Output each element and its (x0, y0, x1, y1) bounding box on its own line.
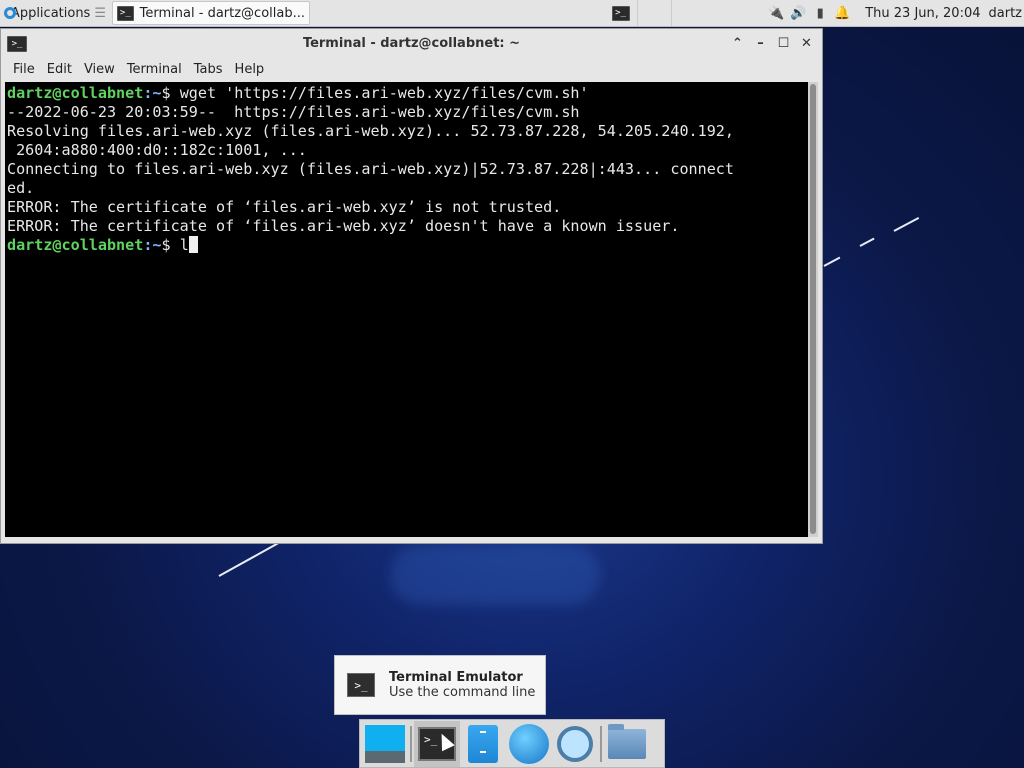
window-title: Terminal - dartz@collabnet: ~ (302, 35, 521, 51)
prompt-symbol: $ (161, 84, 180, 102)
tooltip-description: Use the command line (389, 685, 536, 700)
show-desktop-icon (365, 724, 405, 763)
prompt-symbol: $ (161, 236, 180, 254)
dock-tooltip: >_ Terminal Emulator Use the command lin… (334, 655, 546, 715)
output-line: Connecting to files.ari-web.xyz (files.a… (7, 160, 734, 178)
output-line: ERROR: The certificate of ‘files.ari-web… (7, 217, 680, 235)
command-text: wget 'https://files.ari-web.xyz/files/cv… (179, 84, 589, 102)
text-cursor (188, 236, 198, 253)
menu-terminal[interactable]: Terminal (121, 62, 188, 77)
menu-tabs[interactable]: Tabs (188, 62, 229, 77)
output-line: ed. (7, 179, 35, 197)
maximize-button[interactable]: ☐ (772, 29, 795, 57)
globe-icon (509, 723, 549, 764)
applications-label: Applications (10, 5, 91, 21)
window-titlebar[interactable]: >_ Terminal - dartz@collabnet: ~ ⌃ – ☐ ✕ (1, 29, 822, 57)
menu-file[interactable]: File (7, 62, 41, 77)
system-tray: 🔌 🔊 ▮ 🔔 Thu 23 Jun, 20:04 dartz (765, 0, 1024, 26)
user-menu[interactable]: dartz (989, 6, 1024, 21)
wallpaper-streak (859, 237, 875, 247)
top-panel: Applications ☰ >_ Terminal - dartz@colla… (0, 0, 1024, 27)
workspace-1[interactable]: >_ (604, 0, 638, 26)
menu-view[interactable]: View (78, 62, 121, 77)
terminal-window: >_ Terminal - dartz@collabnet: ~ ⌃ – ☐ ✕… (0, 28, 823, 544)
workspace-2[interactable] (638, 0, 672, 26)
dock-folder-launcher[interactable] (604, 721, 650, 767)
clock[interactable]: Thu 23 Jun, 20:04 (865, 6, 980, 21)
output-line: Resolving files.ari-web.xyz (files.ari-w… (7, 122, 734, 140)
menu-help[interactable]: Help (229, 62, 271, 77)
prompt-user: dartz@collabnet (7, 84, 144, 102)
output-line: ERROR: The certificate of ‘files.ari-web… (7, 198, 562, 216)
battery-icon[interactable]: ▮ (809, 0, 831, 26)
wallpaper-streak (823, 256, 841, 267)
dock-separator (600, 725, 602, 762)
scrollbar-thumb[interactable] (810, 84, 816, 534)
file-cabinet-icon (468, 724, 498, 763)
wallpaper-streak (893, 216, 920, 232)
bottom-dock: >_ (359, 719, 665, 768)
terminal-icon: >_ (611, 5, 630, 21)
network-icon[interactable]: 🔌 (765, 0, 787, 26)
dock-terminal-launcher[interactable]: >_ (414, 720, 460, 767)
shade-button[interactable]: ⌃ (726, 29, 749, 57)
xfce-logo-icon (2, 5, 16, 21)
terminal-icon: >_ (347, 673, 375, 697)
window-controls: ⌃ – ☐ ✕ (726, 29, 818, 57)
dock-file-manager-launcher[interactable] (460, 721, 506, 767)
folder-icon (608, 723, 646, 759)
prompt-user: dartz@collabnet (7, 236, 144, 254)
minimize-button[interactable]: – (749, 29, 772, 57)
menu-bar: File Edit View Terminal Tabs Help (1, 57, 822, 81)
terminal-scrollbar[interactable] (808, 82, 818, 537)
terminal-window-icon[interactable]: >_ (7, 36, 27, 52)
dock-separator (410, 725, 412, 762)
wallpaper-streak (218, 541, 280, 577)
output-line: 2604:a880:400:d0::182c:1001, ... (7, 141, 307, 159)
tooltip-title: Terminal Emulator (389, 670, 523, 685)
output-line: --2022-06-23 20:03:59-- https://files.ar… (7, 103, 580, 121)
dock-web-browser-launcher[interactable] (506, 721, 552, 767)
notification-bell-icon[interactable]: 🔔 (831, 0, 853, 26)
applications-menu[interactable]: Applications ☰ (0, 0, 110, 26)
magnifier-icon (557, 725, 593, 762)
terminal-icon: >_ (117, 5, 134, 21)
close-button[interactable]: ✕ (795, 29, 818, 57)
prompt-path: :~ (143, 236, 162, 254)
dock-app-finder-launcher[interactable] (552, 721, 598, 767)
show-desktop-button[interactable] (362, 721, 408, 767)
taskbar-terminal-button[interactable]: >_ Terminal - dartz@collab... (112, 1, 310, 25)
taskbar-terminal-label: Terminal - dartz@collab... (139, 5, 305, 21)
workspace-switcher[interactable]: >_ (604, 0, 672, 26)
volume-icon[interactable]: 🔊 (787, 0, 809, 26)
terminal-output-area[interactable]: dartz@collabnet:~$ wget 'https://files.a… (5, 82, 808, 537)
menu-separator-icon: ☰ (94, 5, 106, 21)
current-input[interactable]: l (180, 236, 189, 254)
menu-edit[interactable]: Edit (41, 62, 78, 77)
wallpaper-glow (390, 545, 600, 605)
prompt-path: :~ (143, 84, 162, 102)
